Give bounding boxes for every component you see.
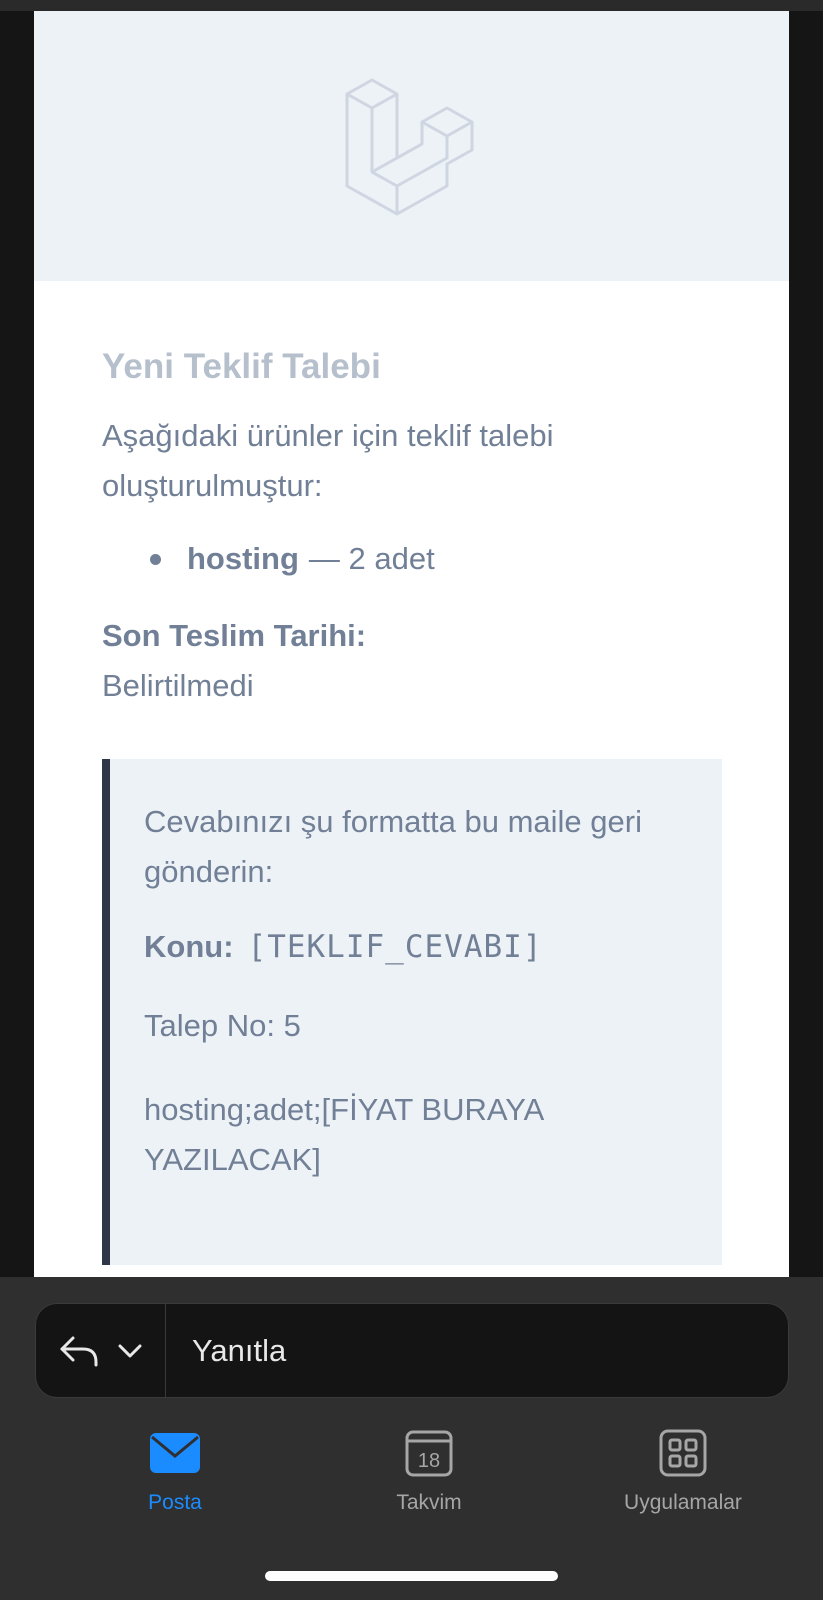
- tab-label: Takvim: [396, 1491, 462, 1514]
- email-content: Yeni Teklif Talebi Aşağıdaki ürünler içi…: [34, 281, 789, 1265]
- bullet-icon: [150, 553, 161, 565]
- item-name: hosting: [187, 541, 299, 576]
- bottom-toolbar: Yanıtla Posta 18 Takvim Uygulamalar: [0, 1277, 823, 1600]
- status-strip: [0, 0, 823, 11]
- tab-label: Posta: [148, 1491, 202, 1514]
- subject-row: Konu: [TEKLIF_CEVABI]: [144, 929, 688, 965]
- reply-arrow-icon[interactable]: [59, 1334, 99, 1368]
- email-intro: Aşağıdaki ürünler için teklif talebi olu…: [102, 418, 554, 503]
- panel-instruction: Cevabınızı şu formatta bu maile geri gön…: [144, 804, 642, 889]
- email-body: Yeni Teklif Talebi Aşağıdaki ürünler içi…: [34, 11, 789, 1277]
- request-number: Talep No: 5: [144, 1008, 301, 1043]
- laravel-logo-icon: [345, 78, 473, 216]
- subject-value: [TEKLIF_CEVABI]: [247, 929, 543, 965]
- apps-grid-icon: [659, 1429, 707, 1477]
- deadline-label: Son Teslim Tarihi:: [102, 618, 367, 653]
- list-item: hosting — 2 adet: [150, 537, 721, 581]
- format-line: hosting;adet;[FİYAT BURAYA YAZILACAK]: [144, 1092, 543, 1177]
- reply-label[interactable]: Yanıtla: [192, 1333, 286, 1369]
- tab-posta[interactable]: Posta: [105, 1427, 245, 1537]
- reply-format-panel: Cevabınızı şu formatta bu maile geri gön…: [102, 759, 722, 1265]
- chevron-down-icon[interactable]: [117, 1343, 143, 1359]
- tab-takvim[interactable]: 18 Takvim: [359, 1427, 499, 1537]
- email-header: [34, 11, 789, 281]
- item-detail: — 2 adet: [308, 541, 435, 576]
- email-title: Yeni Teklif Talebi: [102, 347, 381, 386]
- calendar-icon: 18: [405, 1430, 453, 1477]
- tab-uygulamalar[interactable]: Uygulamalar: [613, 1427, 753, 1537]
- mail-icon: [150, 1433, 200, 1473]
- home-indicator[interactable]: [265, 1571, 558, 1581]
- subject-label: Konu:: [144, 929, 234, 964]
- reply-actions[interactable]: [36, 1304, 166, 1397]
- reply-bar[interactable]: Yanıtla: [35, 1303, 789, 1398]
- tab-label: Uygulamalar: [624, 1491, 742, 1514]
- calendar-day: 18: [418, 1450, 440, 1472]
- tab-bar: Posta 18 Takvim Uygulamalar: [0, 1427, 823, 1537]
- item-list: hosting — 2 adet: [150, 537, 721, 581]
- deadline-value: Belirtilmedi: [102, 668, 254, 703]
